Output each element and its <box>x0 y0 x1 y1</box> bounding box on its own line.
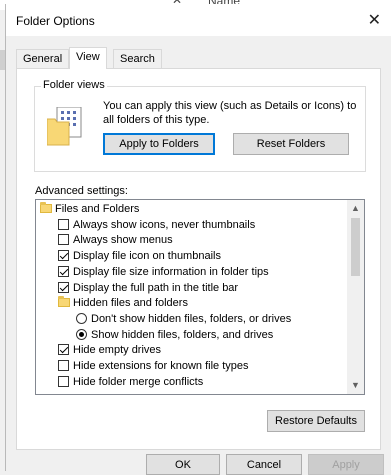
checkbox[interactable] <box>58 250 69 262</box>
close-icon[interactable]: ✕ <box>368 10 381 30</box>
radio-button[interactable] <box>76 312 87 324</box>
checkbox[interactable] <box>58 360 69 371</box>
setting-label: Show hidden files, folders, and drives <box>91 328 274 341</box>
cancel-button[interactable]: Cancel <box>226 454 302 475</box>
window-title: Folder Options <box>16 14 95 28</box>
setting-label: Files and Folders <box>55 203 140 215</box>
scroll-up-icon[interactable]: ▲ <box>347 200 364 217</box>
radio-button[interactable] <box>76 328 87 340</box>
setting-label: Hide folder merge conflicts <box>73 375 204 388</box>
checkbox[interactable] <box>58 234 69 246</box>
title-bar: Folder Options ✕ <box>6 4 391 36</box>
setting-label: Display file size information in folder … <box>73 265 269 278</box>
reset-folders-button[interactable]: Reset Folders <box>233 133 349 155</box>
advanced-settings-list[interactable]: ▲ ▼ Files and Folders Always show icons, … <box>35 199 365 395</box>
tab-search[interactable]: Search <box>113 49 162 68</box>
setting-label: Don't show hidden files, folders, or dri… <box>91 312 292 325</box>
setting-label: Always show menus <box>73 234 173 247</box>
setting-label: Display the full path in the title bar <box>73 281 239 294</box>
restore-defaults-button[interactable]: Restore Defaults <box>267 410 365 432</box>
vertical-scrollbar[interactable]: ▲ ▼ <box>347 200 364 394</box>
setting-label: Hidden files and folders <box>73 297 188 310</box>
folder-icon <box>58 296 70 308</box>
checkbox[interactable] <box>58 375 69 387</box>
tab-general[interactable]: General <box>16 49 70 68</box>
folder-options-dialog: Folder Options ✕ General View Search Fol… <box>5 4 391 475</box>
scrollbar-thumb[interactable] <box>351 218 360 276</box>
folder-view-icon <box>47 107 82 146</box>
folder-views-group: Folder views You can apply this view (su… <box>34 79 366 172</box>
ok-button[interactable]: OK <box>146 454 220 475</box>
folder-icon <box>40 202 52 213</box>
view-tab-panel: Folder views You can apply this view (su… <box>16 68 381 450</box>
scroll-down-icon[interactable]: ▼ <box>347 377 364 394</box>
setting-label: Hide extensions for known file types <box>73 360 249 372</box>
tab-view[interactable]: View <box>69 47 107 69</box>
setting-label: Always show icons, never thumbnails <box>73 218 256 231</box>
checkbox[interactable] <box>58 265 69 277</box>
checkbox[interactable] <box>58 218 69 230</box>
apply-to-folders-button[interactable]: Apply to Folders <box>103 133 215 155</box>
advanced-settings-label: Advanced settings: <box>35 185 128 197</box>
checkbox[interactable] <box>58 344 69 356</box>
apply-button[interactable]: Apply <box>308 454 384 475</box>
folder-views-description: You can apply this view (such as Details… <box>103 100 357 126</box>
setting-label: Display file icon on thumbnails <box>73 250 221 263</box>
checkbox[interactable] <box>58 281 69 293</box>
setting-label: Hide empty drives <box>73 344 162 357</box>
folder-views-title: Folder views <box>41 79 107 91</box>
